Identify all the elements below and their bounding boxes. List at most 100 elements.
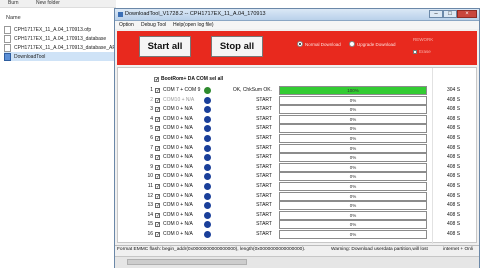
port-label: COM 0 + N/A [163, 154, 193, 161]
port-status: START [256, 125, 272, 132]
elapsed-time: 408 S [447, 96, 461, 103]
status-led-icon [204, 125, 211, 133]
radio-label: Normal Download [305, 41, 341, 47]
port-status: START [256, 221, 272, 228]
progress-percent: 0% [349, 174, 357, 180]
status-connection: internet + Onli [443, 247, 473, 252]
port-checkbox[interactable]: ✓ [155, 203, 160, 209]
port-checkbox[interactable]: ✓ [155, 126, 160, 132]
port-label: COM 0 + N/A [163, 144, 193, 151]
start-all-button[interactable]: Start all [139, 36, 191, 57]
port-label: COM 0 + N/A [163, 163, 193, 170]
port-checkbox[interactable]: ✓ [155, 116, 160, 122]
normal-download-radio[interactable]: Normal Download [297, 41, 341, 47]
menu-debug-tool[interactable]: Debug Tool [141, 22, 166, 28]
elapsed-time: 408 S [447, 163, 461, 170]
scrollbar-thumb[interactable] [127, 259, 247, 265]
file-item-downloadtool[interactable]: DownloadTool [4, 52, 116, 61]
burn-menu[interactable]: Burn [8, 0, 19, 6]
port-status: START [256, 154, 272, 161]
port-checkbox[interactable]: ✓ [155, 232, 160, 238]
port-number: 11 [147, 183, 153, 189]
port-number: 15 [147, 221, 153, 228]
horizontal-scrollbar[interactable] [115, 256, 479, 268]
port-checkbox[interactable]: ✓ [155, 88, 160, 94]
menu-help[interactable]: Help(open log file) [173, 22, 214, 28]
port-status: START [256, 144, 272, 151]
elapsed-time: 408 S [447, 221, 461, 228]
status-led-icon [204, 173, 211, 181]
title-bar[interactable]: DownloadTool_V1728.2 -- CPH1717EX_11_A.0… [115, 9, 479, 21]
port-checkbox[interactable]: ✓ [155, 174, 160, 180]
port-status: OK, ChkSum OK. [232, 87, 272, 93]
elapsed-time: 408 S [447, 202, 461, 209]
elapsed-time: 408 S [447, 183, 461, 189]
menu-option[interactable]: Option [119, 22, 134, 28]
port-checkbox[interactable]: ✓ [155, 107, 160, 113]
progress-percent: 0% [349, 212, 357, 218]
port-status: START [256, 163, 272, 170]
file-name: CPH1717EX_11_A.04_170913.ofp [14, 26, 92, 33]
port-number: 14 [147, 211, 153, 218]
port-number: 1 [150, 87, 153, 93]
close-button[interactable]: × [457, 10, 477, 18]
port-checkbox[interactable]: ✓ [155, 222, 160, 228]
control-panel: Start all Stop all Normal Download Upgra… [117, 31, 477, 65]
progress-percent: 0% [349, 193, 357, 199]
upgrade-download-radio[interactable]: Upgrade Download [349, 41, 396, 47]
port-status: START [256, 231, 272, 237]
checkbox-checked-icon: ✓ [154, 76, 160, 83]
status-led-icon [204, 154, 211, 162]
file-name: CPH1717EX_11_A.04_170913_database_AP [14, 44, 116, 51]
name-column-header[interactable]: Name [6, 15, 21, 21]
file-item-ofp[interactable]: CPH1717EX_11_A.04_170913.ofp [4, 25, 116, 34]
progress-percent: 0% [349, 155, 357, 161]
elapsed-time: 408 S [447, 144, 461, 151]
port-label: COM10 + N/A [163, 96, 195, 103]
elapsed-time: 408 S [447, 106, 461, 113]
status-warning: Warning: Download userdata partition,wil… [331, 247, 428, 252]
port-checkbox[interactable]: ✓ [155, 155, 160, 161]
port-status: START [256, 96, 272, 103]
port-number: 7 [150, 144, 153, 151]
port-checkbox[interactable]: ✓ [155, 97, 160, 103]
status-led-icon [204, 163, 211, 171]
maximize-button[interactable]: □ [443, 10, 457, 18]
status-bar: Format EMMC flash: begin_addr(0x00000000… [115, 245, 479, 256]
elapsed-time: 408 S [447, 115, 461, 122]
port-label: COM 0 + N/A [163, 211, 193, 218]
port-status: START [256, 183, 272, 189]
port-checkbox[interactable]: ✓ [155, 184, 160, 190]
erase-label: Erase [419, 49, 431, 54]
status-led-icon [204, 211, 211, 219]
erase-checkbox[interactable]: Erase [413, 49, 431, 54]
port-status: START [256, 106, 272, 113]
file-name: DownloadTool [14, 53, 46, 60]
port-checkbox[interactable]: ✓ [155, 212, 160, 218]
stop-all-button[interactable]: Stop all [211, 36, 263, 57]
new-folder-menu[interactable]: New folder [36, 0, 60, 6]
select-all-checkbox[interactable]: ✓ BootRom+ DA COM sel all [154, 76, 223, 82]
port-checkbox[interactable]: ✓ [155, 136, 160, 142]
status-led-icon [204, 96, 211, 104]
port-checkbox[interactable]: ✓ [155, 193, 160, 199]
file-item-database-ap[interactable]: CPH1717EX_11_A.04_170913_database_AP [4, 43, 116, 52]
file-icon [4, 43, 11, 52]
port-number: 3 [150, 106, 153, 113]
port-number: 12 [147, 192, 153, 199]
status-led-icon [204, 135, 211, 142]
status-led-icon [204, 183, 211, 190]
port-label: COM 0 + N/A [163, 231, 193, 237]
status-led-icon [204, 115, 211, 123]
elapsed-time: 408 S [447, 211, 461, 218]
port-number: 13 [147, 202, 153, 209]
port-number: 9 [150, 163, 153, 170]
file-item-database[interactable]: CPH1717EX_11_A.04_170913_database [4, 34, 116, 43]
port-checkbox[interactable]: ✓ [155, 164, 160, 170]
port-checkbox[interactable]: ✓ [155, 145, 160, 151]
minimize-button[interactable]: – [429, 10, 443, 18]
window-title: DownloadTool_V1728.2 -- CPH1717EX_11_A.0… [125, 11, 266, 17]
elapsed-time: 408 S [447, 173, 461, 180]
elapsed-time: 408 S [447, 125, 461, 132]
port-label: COM 0 + N/A [163, 106, 193, 113]
